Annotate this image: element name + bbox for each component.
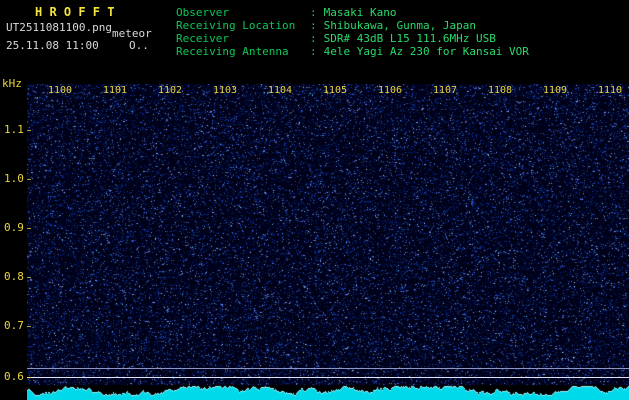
- header: H R O F F T UT2511081100.png meteor 25.1…: [0, 0, 629, 84]
- info-value: 4ele Yagi Az 230 for Kansai VOR: [323, 45, 529, 58]
- info-label: Receiving Antenna: [176, 45, 289, 58]
- y-axis-tick-label: 0.9: [4, 221, 24, 234]
- info-value: SDR# 43dB L15 111.6MHz USB: [323, 32, 496, 45]
- output-filename: UT2511081100.png: [6, 21, 112, 34]
- info-row-receiver: Receiver: SDR# 43dB L15 111.6MHz USB: [176, 32, 529, 45]
- reference-line-upper: [27, 368, 629, 369]
- info-row-location: Receiving Location: Shibukawa, Gunma, Jap…: [176, 19, 529, 32]
- spectrogram-plot: 1100 1101 1102 1103 1104 1105 1106 1107 1108 1109…: [27, 84, 629, 400]
- info-label: Receiving Location: [176, 19, 296, 32]
- x-axis-tick-label: 1101: [103, 85, 128, 96]
- info-colon: :: [310, 19, 317, 32]
- x-axis-tick-label: 1100: [48, 85, 73, 96]
- x-axis-tick-label: 1109: [543, 85, 568, 96]
- reference-line-lower: [27, 377, 629, 378]
- info-row-antenna: Receiving Antenna:4ele Yagi Az 230 for K…: [176, 45, 529, 58]
- y-axis-tick-label: 1.0: [4, 172, 24, 185]
- info-label: Observer: [176, 6, 229, 19]
- x-axis-tick-label: 1102: [158, 85, 183, 96]
- info-row-observer: Observer: Masaki Kano: [176, 6, 529, 19]
- counter-label: O..: [129, 39, 149, 52]
- info-colon: :: [310, 6, 317, 19]
- y-axis-tick-label: 1.1: [4, 123, 24, 136]
- info-colon: :: [310, 45, 317, 58]
- info-value: Masaki Kano: [323, 6, 397, 19]
- info-colon: :: [310, 32, 317, 45]
- x-axis-tick-label: 1105: [323, 85, 348, 96]
- y-axis-tick-label: 0.7: [4, 319, 24, 332]
- datetime-label: 25.11.08 11:00: [6, 39, 99, 52]
- y-axis-tick-label: 0.6: [4, 370, 24, 383]
- station-info: Observer: Masaki Kano Receiving Location:…: [176, 6, 529, 58]
- x-axis-tick-label: 1107: [433, 85, 458, 96]
- x-axis-tick-label: 1104: [268, 85, 293, 96]
- info-value: Shibukawa, Gunma, Japan: [323, 19, 476, 32]
- x-axis-tick-label: 1110: [598, 85, 623, 96]
- x-axis-tick-label: 1106: [378, 85, 403, 96]
- spectrogram-noise-canvas: [27, 84, 629, 400]
- x-axis-tick-label: 1103: [213, 85, 238, 96]
- info-label: Receiver: [176, 32, 229, 45]
- x-axis-tick-label: 1108: [488, 85, 513, 96]
- app-title: H R O F F T: [35, 5, 115, 19]
- y-axis-tick-label: 0.8: [4, 270, 24, 283]
